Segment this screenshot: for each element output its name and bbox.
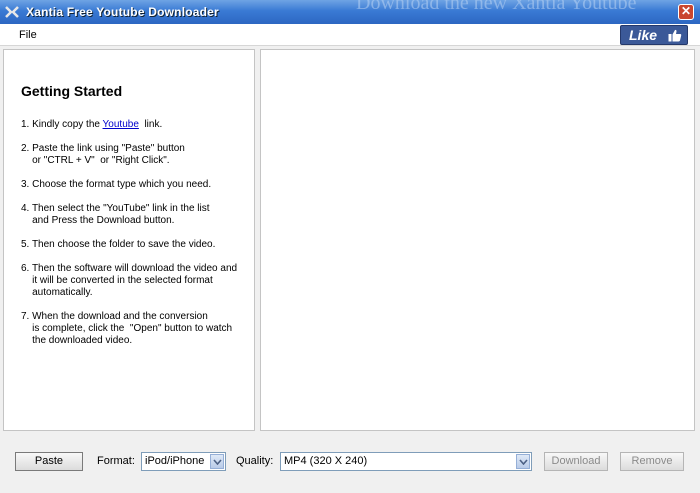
- step-7: 7. When the download and the conversion …: [21, 311, 233, 346]
- paste-button[interactable]: Paste: [15, 452, 83, 471]
- menu-bar: File Like: [0, 24, 700, 46]
- getting-started-title: Getting Started: [21, 83, 123, 99]
- quality-value: MP4 (320 X 240): [284, 455, 368, 467]
- format-value: iPod/iPhone: [145, 455, 205, 467]
- thumbs-up-icon: [668, 29, 682, 42]
- step-4: 4. Then select the "YouTube" link in the…: [21, 203, 210, 226]
- remove-button[interactable]: Remove: [620, 452, 684, 471]
- step-1-prefix: 1. Kindly copy the: [21, 119, 103, 130]
- step-1-suffix: link.: [138, 119, 163, 130]
- close-button[interactable]: ✕: [678, 4, 694, 20]
- format-label: Format:: [97, 455, 135, 467]
- main-area: Getting Started 1. Kindly copy the Youtu…: [0, 46, 700, 438]
- like-button[interactable]: Like: [620, 25, 688, 45]
- quality-select[interactable]: MP4 (320 X 240): [280, 452, 532, 471]
- app-icon: [4, 4, 20, 20]
- step-1: 1. Kindly copy the Youtube link.: [21, 119, 249, 131]
- step-3: 3. Choose the format type which you need…: [21, 179, 212, 190]
- background-banner-text: Download the new Xantia Youtube: [356, 0, 637, 14]
- chevron-down-icon[interactable]: [516, 454, 530, 469]
- chevron-down-icon[interactable]: [210, 454, 224, 469]
- step-6: 6. Then the software will download the v…: [21, 263, 238, 298]
- like-label: Like: [629, 27, 658, 43]
- step-2: 2. Paste the link using "Paste" button o…: [21, 143, 185, 166]
- menu-file[interactable]: File: [19, 29, 37, 41]
- quality-label: Quality:: [236, 455, 274, 467]
- title-bar: Download the new Xantia Youtube Xantia F…: [0, 0, 700, 24]
- format-select[interactable]: iPod/iPhone: [141, 452, 226, 471]
- window-title: Xantia Free Youtube Downloader: [26, 5, 219, 19]
- download-list-panel[interactable]: [260, 49, 695, 431]
- getting-started-panel: Getting Started 1. Kindly copy the Youtu…: [3, 49, 255, 431]
- step-5: 5. Then choose the folder to save the vi…: [21, 239, 216, 250]
- bottom-toolbar: Paste Format: iPod/iPhone Quality: MP4 (…: [0, 438, 700, 493]
- steps-list: 1. Kindly copy the Youtube link. 2. Past…: [21, 119, 249, 359]
- download-button[interactable]: Download: [544, 452, 608, 471]
- youtube-link[interactable]: Youtube: [103, 119, 139, 130]
